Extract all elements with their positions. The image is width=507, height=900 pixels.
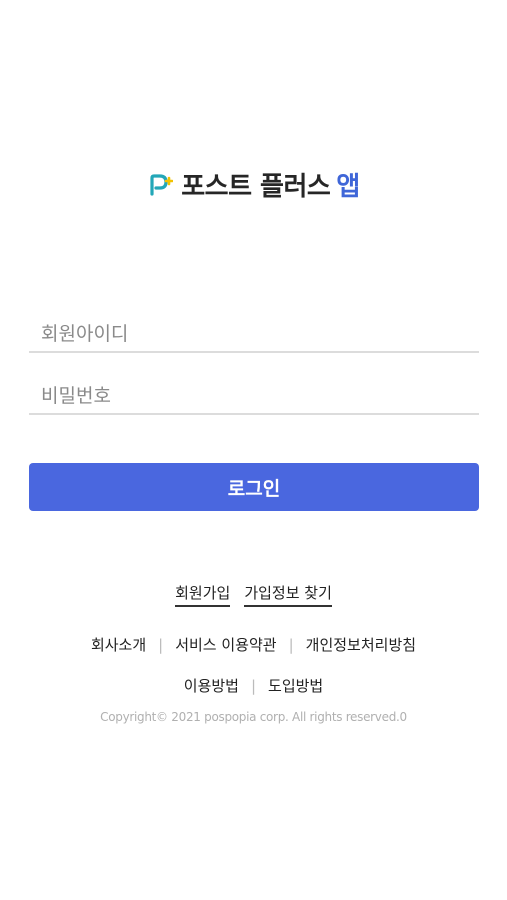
adoption-guide-link[interactable]: 도입방법 — [268, 675, 323, 696]
signup-link[interactable]: 회원가입 — [175, 582, 231, 607]
how-to-use-link[interactable]: 이용방법 — [184, 675, 239, 696]
pp-logo-icon — [150, 173, 174, 196]
privacy-policy-link[interactable]: 개인정보처리방침 — [306, 634, 416, 655]
company-intro-link[interactable]: 회사소개 — [91, 634, 146, 655]
footer-separator: | — [250, 676, 257, 695]
app-title-accent: 앱 — [336, 172, 360, 202]
password-input[interactable] — [41, 385, 461, 407]
footer-links-row-2: 이용방법 | 도입방법 — [0, 675, 507, 696]
footer-separator: | — [158, 635, 164, 654]
login-button[interactable]: 로그인 — [29, 463, 479, 511]
login-button-label: 로그인 — [227, 477, 281, 500]
user-id-field — [29, 307, 479, 353]
app-title: 포스트 플러스 앱 — [181, 166, 360, 203]
terms-of-service-link[interactable]: 서비스 이용약관 — [175, 634, 276, 655]
find-account-info-link[interactable]: 가입정보 찾기 — [244, 582, 332, 607]
password-field — [29, 369, 479, 415]
app-title-main: 포스트 플러스 — [181, 172, 331, 202]
account-links: 회원가입 가입정보 찾기 — [0, 582, 507, 607]
footer-separator: | — [288, 635, 294, 654]
copyright-text: Copyright© 2021 pospopia corp. All right… — [100, 710, 407, 724]
app-logo: 포스트 플러스 앱 — [0, 166, 507, 203]
footer-links-row-1: 회사소개 | 서비스 이용약관 | 개인정보처리방침 — [0, 634, 507, 655]
user-id-input[interactable] — [41, 323, 461, 345]
